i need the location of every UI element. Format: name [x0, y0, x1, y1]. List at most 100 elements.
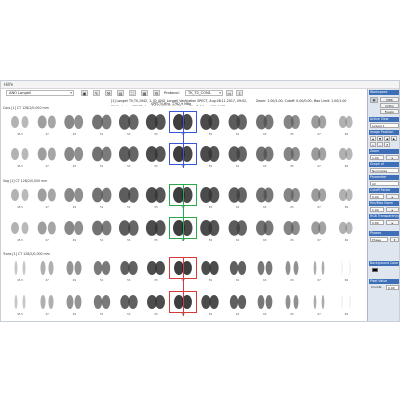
- arrow-down-icon[interactable]: ▼: [377, 136, 383, 141]
- slice-thumbnail[interactable]: 49: [61, 144, 87, 168]
- slice-thumbnail[interactable]: 65: [279, 144, 305, 168]
- zoom-apply-button[interactable]: ▸: [386, 155, 399, 160]
- rgb-apply-button[interactable]: ▸: [386, 220, 399, 225]
- save-icon[interactable]: ▭: [226, 90, 233, 96]
- slice-thumbnail[interactable]: 47: [34, 185, 60, 209]
- background-color-swatch[interactable]: [372, 268, 378, 272]
- slice-thumbnail[interactable]: 49: [61, 292, 87, 316]
- phases-select[interactable]: Phase: [370, 237, 388, 242]
- slice-thumbnail[interactable]: 69: [333, 185, 359, 209]
- slice-thumbnail[interactable]: 59: [197, 185, 223, 209]
- edit-icon[interactable]: ✎: [93, 90, 100, 96]
- export-icon[interactable]: ⇩: [236, 90, 243, 96]
- slice-thumbnail[interactable]: 55: [143, 185, 169, 209]
- slice-thumbnail[interactable]: 59: [197, 258, 223, 282]
- slice-thumbnail[interactable]: 49: [61, 258, 87, 282]
- tools-icon[interactable]: ⚒: [105, 90, 112, 96]
- slice-thumbnail[interactable]: 63: [252, 144, 278, 168]
- slice-thumbnail[interactable]: 51: [89, 292, 115, 316]
- slice-thumbnail[interactable]: 65: [279, 258, 305, 282]
- rgb-field[interactable]: 0.80: [370, 220, 384, 225]
- slice-thumbnail[interactable]: 45.5: [7, 292, 33, 316]
- slice-thumbnail[interactable]: 59: [197, 292, 223, 316]
- slice-thumbnail[interactable]: 59: [197, 218, 223, 242]
- slice-thumbnail[interactable]: 53: [116, 258, 142, 282]
- slice-thumbnail[interactable]: 67: [306, 144, 332, 168]
- minmax-apply-button[interactable]: ▸: [386, 207, 399, 212]
- slice-thumbnail[interactable]: 67: [306, 112, 332, 136]
- slice-thumbnail[interactable]: 69: [333, 112, 359, 136]
- slice-thumbnail[interactable]: 65: [279, 218, 305, 242]
- slice-thumbnail[interactable]: 67: [306, 292, 332, 316]
- mpr-button[interactable]: MPR: [380, 97, 399, 102]
- graph-select[interactable]: Normalize Position: [370, 168, 399, 173]
- cutoff-apply-button[interactable]: ▸: [386, 194, 399, 199]
- slice-thumbnail[interactable]: 53: [116, 185, 142, 209]
- arrow-right-icon[interactable]: ▶: [391, 136, 397, 141]
- slice-thumbnail[interactable]: 61: [225, 218, 251, 242]
- protocol-combo[interactable]: TK_T0_CON1 ▾: [185, 90, 223, 96]
- slice-thumbnail[interactable]: 49: [61, 185, 87, 209]
- parameter-select[interactable]: All: [370, 181, 399, 186]
- slice-thumbnail[interactable]: 51: [89, 258, 115, 282]
- slice-thumbnail[interactable]: 55: [143, 218, 169, 242]
- slice-thumbnail[interactable]: 65: [279, 292, 305, 316]
- cutoff-field[interactable]: 0.00: [370, 194, 384, 199]
- slice-thumbnail[interactable]: 69: [333, 218, 359, 242]
- patient-combo[interactable]: ANO Longeli ▾: [6, 90, 74, 96]
- slice-thumbnail[interactable]: 63: [252, 292, 278, 316]
- slice-thumbnail[interactable]: 67: [306, 258, 332, 282]
- arrow-left-icon[interactable]: ◀: [384, 136, 390, 141]
- reset-icon[interactable]: ↺: [384, 142, 390, 147]
- slice-thumbnail[interactable]: 61: [225, 144, 251, 168]
- image-viewer[interactable]: Coro [1] CT 128/2/0,000 mm Sag [1] CT 12…: [1, 106, 367, 321]
- slice-thumbnail[interactable]: 47: [34, 292, 60, 316]
- slice-thumbnail[interactable]: 47: [34, 112, 60, 136]
- slice-thumbnail[interactable]: 51: [89, 112, 115, 136]
- slice-thumbnail[interactable]: 69: [333, 258, 359, 282]
- slice-thumbnail[interactable]: 45.5: [7, 218, 33, 242]
- slice-thumbnail[interactable]: 61: [225, 112, 251, 136]
- zoom-in-icon[interactable]: +: [370, 142, 376, 147]
- slice-thumbnail[interactable]: 49: [61, 112, 87, 136]
- slice-thumbnail[interactable]: 45.5: [7, 144, 33, 168]
- active-view-select[interactable]: Linked 1: [370, 123, 399, 128]
- slice-thumbnail[interactable]: 65: [279, 112, 305, 136]
- arrow-up-icon[interactable]: ▲: [370, 136, 376, 141]
- slice-thumbnail[interactable]: 55: [143, 144, 169, 168]
- slice-thumbnail[interactable]: 51: [89, 218, 115, 242]
- slice-thumbnail[interactable]: 69: [333, 292, 359, 316]
- slice-thumbnail[interactable]: 55: [143, 258, 169, 282]
- slice-thumbnail[interactable]: 55: [143, 292, 169, 316]
- slice-thumbnail[interactable]: 61: [225, 258, 251, 282]
- slice-thumbnail[interactable]: 45.5: [7, 112, 33, 136]
- print-icon[interactable]: ▤: [117, 90, 124, 96]
- slice-thumbnail[interactable]: 65: [279, 185, 305, 209]
- slice-thumbnail[interactable]: 51: [89, 185, 115, 209]
- slice-thumbnail[interactable]: 53: [116, 144, 142, 168]
- zoom-out-icon[interactable]: −: [377, 142, 383, 147]
- slice-thumbnail[interactable]: 53: [116, 292, 142, 316]
- phases-button[interactable]: ▾: [390, 237, 399, 242]
- slice-thumbnail[interactable]: 63: [252, 258, 278, 282]
- slice-thumbnail[interactable]: 45.5: [7, 258, 33, 282]
- network-icon[interactable]: ⛶: [129, 90, 136, 96]
- slice-thumbnail[interactable]: 67: [306, 185, 332, 209]
- slice-thumbnail[interactable]: 47: [34, 258, 60, 282]
- minmax-field[interactable]: 1.00: [370, 207, 384, 212]
- slice-thumbnail[interactable]: 61: [225, 185, 251, 209]
- slice-thumbnail[interactable]: 45.5: [7, 185, 33, 209]
- slice-thumbnail[interactable]: 59: [197, 112, 223, 136]
- slice-thumbnail[interactable]: 61: [225, 292, 251, 316]
- slice-thumbnail[interactable]: 55: [143, 112, 169, 136]
- slice-thumbnail[interactable]: 47: [34, 218, 60, 242]
- slice-thumbnail[interactable]: 67: [306, 218, 332, 242]
- open-icon[interactable]: ▣: [81, 90, 88, 96]
- zoom-field[interactable]: 1.00: [370, 155, 384, 160]
- workspace-icon[interactable]: ▦: [370, 97, 378, 103]
- slice-thumbnail[interactable]: 47: [34, 144, 60, 168]
- slice-thumbnail[interactable]: 69: [333, 144, 359, 168]
- ortho-button[interactable]: Ortho: [380, 103, 399, 108]
- slice-thumbnail[interactable]: 49: [61, 218, 87, 242]
- slice-thumbnail[interactable]: 63: [252, 112, 278, 136]
